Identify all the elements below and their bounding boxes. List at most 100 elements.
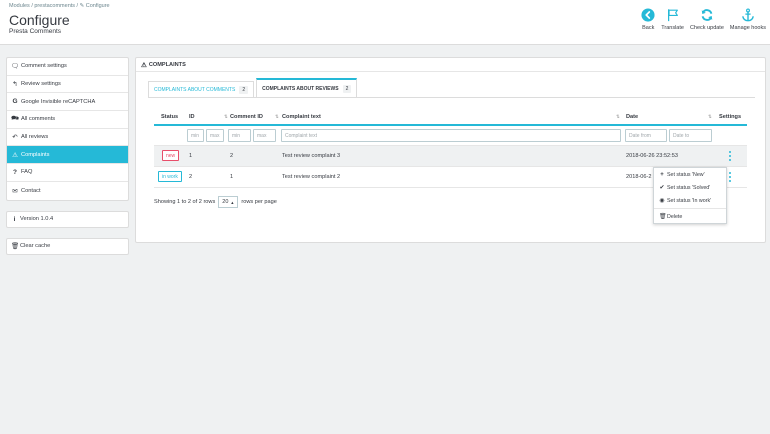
table-header: Status ID ⇅ Comment ID ⇅ Complaint text … [154, 109, 747, 126]
check-icon: ✔ [659, 185, 665, 191]
sidebar-item-all-comments[interactable]: 🗪 All comments [7, 111, 128, 129]
check-update-button[interactable]: Check update [690, 8, 724, 31]
id-cell: 2 [189, 174, 193, 180]
sidebar-item-label: Google Invisible reCAPTCHA [21, 98, 96, 105]
reply-icon: ↰ [12, 81, 18, 89]
page-title: Configure [9, 12, 70, 28]
pagination: Showing 1 to 2 of 2 rows 20 ▲ rows per p… [154, 196, 277, 208]
google-icon: G [12, 98, 18, 106]
warning-icon: ⚠ [12, 151, 18, 159]
column-header-status[interactable]: Status [161, 114, 178, 120]
arrow-left-circle-icon [641, 8, 655, 22]
page-size-value: 20 [222, 199, 229, 205]
sidebar-item-complaints[interactable]: ⚠ Complaints [7, 146, 128, 165]
set-status-new-item[interactable]: + Set status 'New' [654, 168, 726, 181]
sort-icon[interactable]: ⇅ [224, 114, 228, 120]
tab-count-badge: 2 [342, 85, 352, 93]
pagination-info: Showing 1 to 2 of 2 rows [154, 199, 216, 205]
menu-divider [654, 208, 726, 209]
sidebar-item-label: All reviews [21, 134, 49, 141]
sort-icon[interactable]: ⇅ [616, 114, 620, 120]
back-button[interactable]: Back [641, 8, 655, 31]
complaint-text-cell: Test review complaint 3 [282, 153, 341, 159]
trash-icon: 🗑 [659, 214, 667, 220]
manage-hooks-button[interactable]: Manage hooks [730, 8, 766, 31]
row-actions-dropdown: + Set status 'New' ✔ Set status 'Solved'… [653, 167, 727, 224]
column-header-comment-id[interactable]: Comment ID [230, 114, 263, 120]
info-icon: i [13, 215, 16, 223]
reply-all-icon: ↶ [12, 134, 18, 142]
toolbar: Back Translate Check update Manage hooks [635, 8, 766, 31]
manage-hooks-label: Manage hooks [729, 25, 766, 31]
filter-row: min max min max Complaint text Date from… [154, 126, 747, 146]
clear-cache-button[interactable]: 🗑 Clear cache [6, 237, 129, 255]
table-row: new 1 2 Test review complaint 3 2018-06-… [154, 146, 747, 167]
sort-icon[interactable]: ⇅ [708, 114, 712, 120]
column-header-id[interactable]: ID [189, 114, 195, 120]
id-max-filter[interactable]: max [206, 129, 224, 142]
sidebar-item-label: Review settings [21, 81, 61, 88]
sidebar-item-label: All comments [21, 116, 56, 123]
status-badge[interactable]: new [162, 150, 180, 161]
comment-id-cell: 2 [230, 153, 234, 159]
translate-button[interactable]: Translate [661, 8, 684, 31]
plus-icon: + [660, 171, 664, 178]
back-label: Back [642, 25, 655, 31]
tabs: COMPLAINTS ABOUT COMMENTS 2 COMPLAINTS A… [148, 78, 358, 98]
clear-cache-label: Clear cache [20, 243, 51, 249]
version-label: Version 1.0.4 [20, 216, 54, 222]
tab-complaints-about-reviews[interactable]: COMPLAINTS ABOUT REVIEWS 2 [256, 78, 358, 98]
date-from-filter[interactable]: Date from [625, 129, 667, 142]
tab-count-badge: 2 [239, 86, 249, 94]
sidebar-item-label: Comment settings [21, 63, 67, 70]
set-status-solved-item[interactable]: ✔ Set status 'Solved' [654, 181, 726, 194]
rows-per-page-label: rows per page [241, 199, 277, 205]
sidebar-item-label: Complaints [21, 151, 50, 158]
sidebar-item-contact[interactable]: ✉ Contact [7, 182, 128, 200]
caret-up-icon: ▲ [230, 199, 235, 205]
status-badge[interactable]: in work [158, 171, 182, 182]
column-header-date[interactable]: Date [626, 114, 638, 120]
column-header-complaint-text[interactable]: Complaint text [282, 114, 321, 120]
envelope-icon: ✉ [12, 187, 18, 195]
eye-icon: ◉ [659, 198, 665, 204]
sidebar-item-recaptcha[interactable]: G Google Invisible reCAPTCHA [7, 93, 128, 112]
tab-complaints-about-comments[interactable]: COMPLAINTS ABOUT COMMENTS 2 [148, 81, 255, 98]
row-actions-menu-icon[interactable] [728, 172, 732, 182]
tab-label: COMPLAINTS ABOUT COMMENTS [154, 87, 236, 93]
menu-item-label: Delete [667, 213, 683, 220]
sidebar-item-review-settings[interactable]: ↰ Review settings [7, 76, 128, 94]
tab-label: COMPLAINTS ABOUT REVIEWS [262, 86, 339, 92]
set-status-in-work-item[interactable]: ◉ Set status 'In work' [654, 194, 726, 207]
page-header: Modules / prestacomments / ✎ Configure C… [0, 0, 770, 45]
breadcrumb[interactable]: Modules / prestacomments / ✎ Configure [9, 3, 110, 9]
sidebar-item-faq[interactable]: ? FAQ [7, 164, 128, 182]
comment-id-max-filter[interactable]: max [253, 129, 276, 142]
panel-heading: ⚠ COMPLAINTS [136, 58, 765, 72]
check-update-label: Check update [689, 25, 724, 31]
question-icon: ? [13, 168, 17, 176]
id-min-filter[interactable]: min [187, 129, 204, 142]
version-info: i Version 1.0.4 [6, 210, 129, 228]
row-actions-menu-icon[interactable] [728, 151, 732, 161]
date-cell: 2018-06-2 [626, 174, 652, 180]
page-size-select[interactable]: 20 ▲ [218, 196, 239, 208]
menu-item-label: Set status 'In work' [667, 197, 712, 204]
sidebar-item-comment-settings[interactable]: 🗨 Comment settings [7, 58, 128, 76]
tabs-divider [148, 97, 755, 98]
menu-item-label: Set status 'Solved' [667, 184, 711, 191]
refresh-icon [701, 9, 713, 21]
delete-item[interactable]: 🗑 Delete [654, 210, 726, 223]
page-subtitle: Presta Comments [9, 28, 62, 35]
sort-icon[interactable]: ⇅ [275, 114, 279, 120]
complaint-text-cell: Test review complaint 2 [282, 174, 341, 180]
comments-icon: 🗪 [11, 114, 20, 122]
speech-bubble-icon: 🗨 [11, 63, 20, 71]
menu-item-label: Set status 'New' [667, 171, 705, 178]
date-to-filter[interactable]: Date to [669, 129, 712, 142]
column-header-settings: Settings [719, 114, 742, 120]
comment-id-min-filter[interactable]: min [228, 129, 251, 142]
sidebar-item-label: FAQ [21, 169, 33, 176]
sidebar-item-all-reviews[interactable]: ↶ All reviews [7, 129, 128, 147]
complaint-text-filter[interactable]: Complaint text [281, 129, 621, 142]
